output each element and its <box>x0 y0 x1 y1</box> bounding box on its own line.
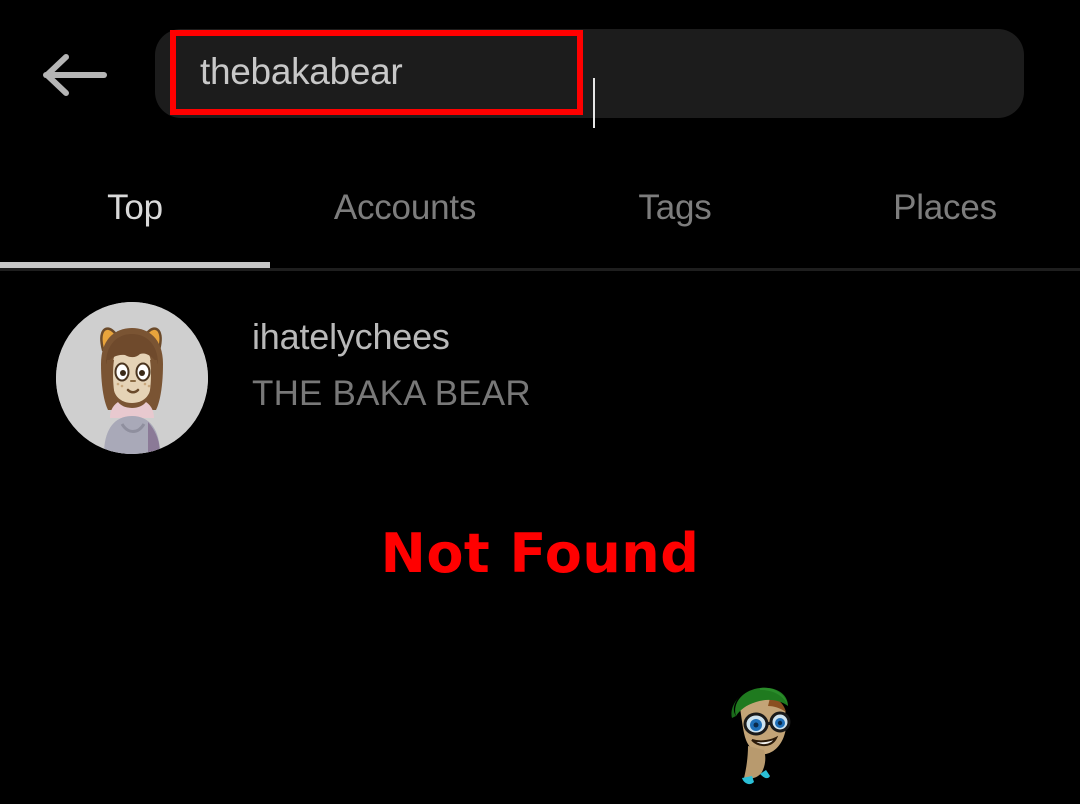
text-cursor-caret <box>593 78 595 128</box>
search-input[interactable] <box>170 51 583 93</box>
result-text-block: ihatelychees THE BAKA BEAR <box>252 316 531 415</box>
screen-root: Top Accounts Tags Places <box>0 0 1080 804</box>
cartoon-face-green-hat-glasses-icon <box>718 680 802 790</box>
avatar[interactable] <box>56 302 208 454</box>
list-item[interactable]: ihatelychees THE BAKA BEAR <box>0 290 1080 454</box>
tab-label: Top <box>107 188 163 227</box>
tab-label: Accounts <box>333 188 477 227</box>
search-input-wrapper[interactable] <box>170 30 583 114</box>
back-button[interactable] <box>38 42 112 108</box>
tab-places[interactable]: Places <box>810 168 1080 268</box>
search-bar[interactable] <box>155 29 1024 128</box>
tab-label: Places <box>893 188 997 227</box>
tab-label: Tags <box>638 188 712 227</box>
tab-tags[interactable]: Tags <box>540 168 810 268</box>
arrow-left-icon <box>42 53 108 97</box>
not-found-annotation-text: Not Found <box>380 522 700 585</box>
tab-bar-divider <box>0 268 1080 271</box>
search-tab-bar: Top Accounts Tags Places <box>0 168 1080 268</box>
tab-top[interactable]: Top <box>0 168 270 268</box>
tab-accounts[interactable]: Accounts <box>270 168 540 268</box>
search-header <box>0 0 1080 148</box>
result-username: ihatelychees <box>252 316 450 357</box>
user-avatar-cartoon-bear-girl-icon <box>56 302 208 454</box>
result-fullname: THE BAKA BEAR <box>252 374 531 414</box>
